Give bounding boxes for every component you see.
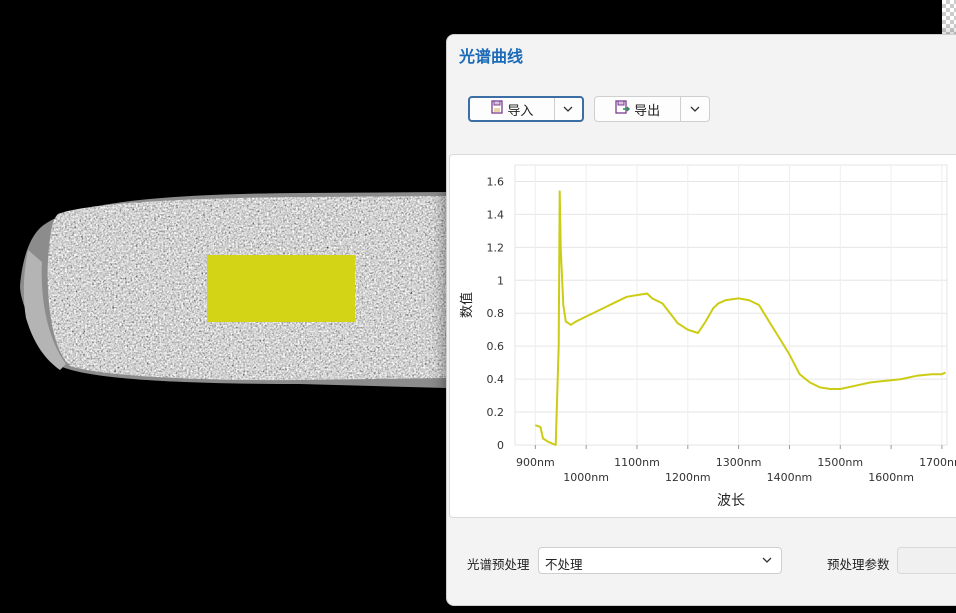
y-tick-label: 1 — [497, 274, 504, 287]
x-tick-label: 900nm — [516, 456, 555, 469]
export-split-button: 导出 — [594, 96, 710, 122]
panel-title: 光谱曲线 — [459, 47, 524, 66]
chevron-down-icon — [762, 557, 772, 563]
x-axis-label: 波长 — [717, 493, 745, 509]
roi-selection[interactable] — [207, 255, 355, 322]
x-tick-label: 1300nm — [716, 456, 762, 469]
x-tick-label: 1500nm — [817, 456, 863, 469]
preprocess-value: 不处理 — [545, 557, 583, 572]
x-tick-label: 1200nm — [665, 471, 711, 484]
y-tick-label: 0.4 — [487, 373, 505, 386]
y-tick-label: 0 — [497, 439, 504, 452]
chevron-down-icon — [563, 106, 573, 112]
export-label: 导出 — [634, 103, 661, 119]
import-split-button: 导入 — [468, 96, 584, 122]
x-tick-label: 1600nm — [868, 471, 914, 484]
export-button[interactable]: 导出 — [595, 97, 680, 121]
export-dropdown[interactable] — [680, 97, 709, 121]
chevron-down-icon — [690, 106, 700, 112]
spectrum-panel: 光谱曲线 导入 导出 0 0.2 0.4 0.6 0.8 1 1.2 1.4 1… — [446, 34, 956, 606]
plot-area — [514, 164, 948, 446]
y-tick-label: 1.2 — [487, 241, 505, 254]
y-tick-label: 0.2 — [487, 406, 505, 419]
params-label: 预处理参数 — [827, 557, 890, 572]
x-tick-label: 1000nm — [563, 471, 609, 484]
import-icon — [490, 100, 504, 118]
y-tick-label: 1.4 — [487, 208, 505, 221]
preprocess-label: 光谱预处理 — [467, 557, 530, 572]
import-label: 导入 — [507, 103, 534, 119]
x-tick-label: 1400nm — [767, 471, 813, 484]
spectrum-chart-canvas: 0 0.2 0.4 0.6 0.8 1 1.2 1.4 1.6 900nm 1000nm 1100nm… — [459, 164, 956, 509]
x-tick-label: 1700nm — [919, 456, 956, 469]
preprocess-select[interactable]: 不处理 — [538, 547, 782, 574]
x-tick-label: 1100nm — [614, 456, 660, 469]
y-axis-label: 数值 — [459, 292, 475, 318]
import-button[interactable]: 导入 — [470, 98, 554, 120]
y-tick-label: 0.6 — [487, 340, 505, 353]
preprocess-bar: 光谱预处理 不处理 预处理参数 — [447, 545, 956, 581]
export-icon — [615, 100, 631, 118]
import-dropdown[interactable] — [553, 98, 582, 120]
y-tick-label: 0.8 — [487, 307, 505, 320]
y-tick-label: 1.6 — [487, 175, 505, 188]
window-corner — [942, 0, 956, 34]
spectrum-chart: 0 0.2 0.4 0.6 0.8 1 1.2 1.4 1.6 900nm 1000nm 1100nm… — [449, 154, 956, 518]
params-input[interactable] — [897, 547, 956, 574]
